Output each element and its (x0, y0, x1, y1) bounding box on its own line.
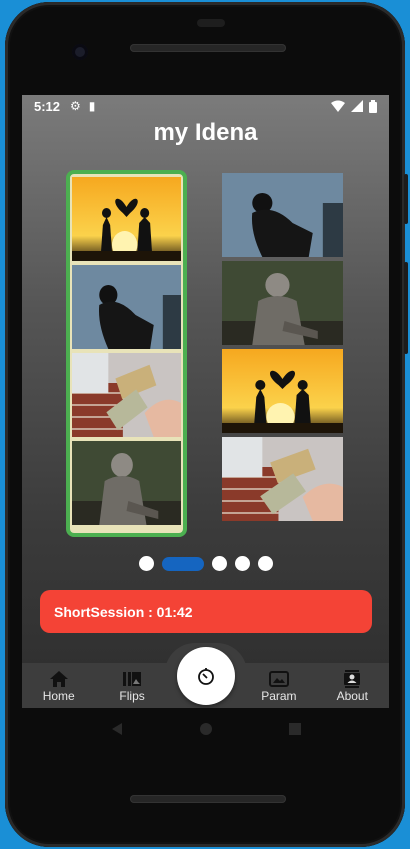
volume-button (404, 262, 408, 354)
session-status-banner[interactable]: ShortSession : 01:42 (40, 590, 372, 633)
session-label: ShortSession : 01:42 (54, 603, 193, 620)
nav-home-label: Home (42, 689, 75, 703)
front-camera (72, 44, 88, 60)
wifi-icon (331, 100, 345, 112)
flip-frame-hands-exchanging-cash (222, 437, 343, 521)
system-navigation-bar (22, 708, 389, 750)
status-bar: 5:12 ⚙ ▮ (22, 95, 389, 117)
nav-param[interactable]: Param (242, 663, 315, 708)
nav-about[interactable]: About (316, 663, 389, 708)
top-speaker-grille (130, 44, 286, 52)
back-icon[interactable] (110, 722, 124, 736)
pager-dot[interactable] (234, 556, 250, 571)
home-circle-icon[interactable] (199, 722, 213, 736)
battery-icon (369, 99, 377, 113)
pager-dot[interactable] (138, 556, 154, 571)
page-title: my Idena (153, 119, 258, 146)
gallery-icon (123, 672, 142, 686)
nav-param-label: Param (261, 689, 297, 703)
pager-dot[interactable] (211, 556, 227, 571)
flip-frame-man-head-in-hands (72, 265, 181, 349)
gear-icon: ⚙ (70, 99, 81, 113)
photo-icon (268, 671, 289, 687)
contact-icon (344, 670, 361, 688)
signal-icon (351, 100, 363, 112)
sd-card-icon: ▮ (88, 99, 96, 113)
recents-icon[interactable] (288, 722, 302, 736)
app-screen: 5:12 ⚙ ▮ my Idena ShortSession: 01:42 H… (22, 95, 389, 708)
flip-frame-hooded-man-sitting (72, 441, 181, 525)
nav-flips[interactable]: Flips (95, 663, 168, 708)
flip-frame-couple-heart-sunset (222, 349, 343, 433)
timer-icon (198, 668, 214, 685)
home-icon (49, 671, 68, 687)
flip-right[interactable] (222, 173, 343, 530)
nav-flips-label: Flips (119, 689, 145, 703)
power-button (404, 174, 408, 224)
pager-dots (22, 556, 389, 571)
flip-frame-couple-heart-sunset (72, 177, 181, 261)
earpiece (197, 19, 225, 27)
flip-frame-hands-exchanging-cash (72, 353, 181, 437)
timer-fab-button[interactable] (177, 647, 235, 705)
flip-frame-hooded-man-sitting (222, 261, 343, 345)
status-time: 5:12 (34, 98, 61, 114)
pager-dot[interactable] (257, 556, 273, 571)
flip-left-selected[interactable] (66, 170, 187, 537)
nav-about-label: About (336, 689, 368, 703)
pager-dot-active[interactable] (161, 556, 204, 571)
flip-frame-man-head-in-hands (222, 173, 343, 257)
nav-home[interactable]: Home (22, 663, 95, 708)
bottom-speaker-grille (130, 795, 286, 803)
